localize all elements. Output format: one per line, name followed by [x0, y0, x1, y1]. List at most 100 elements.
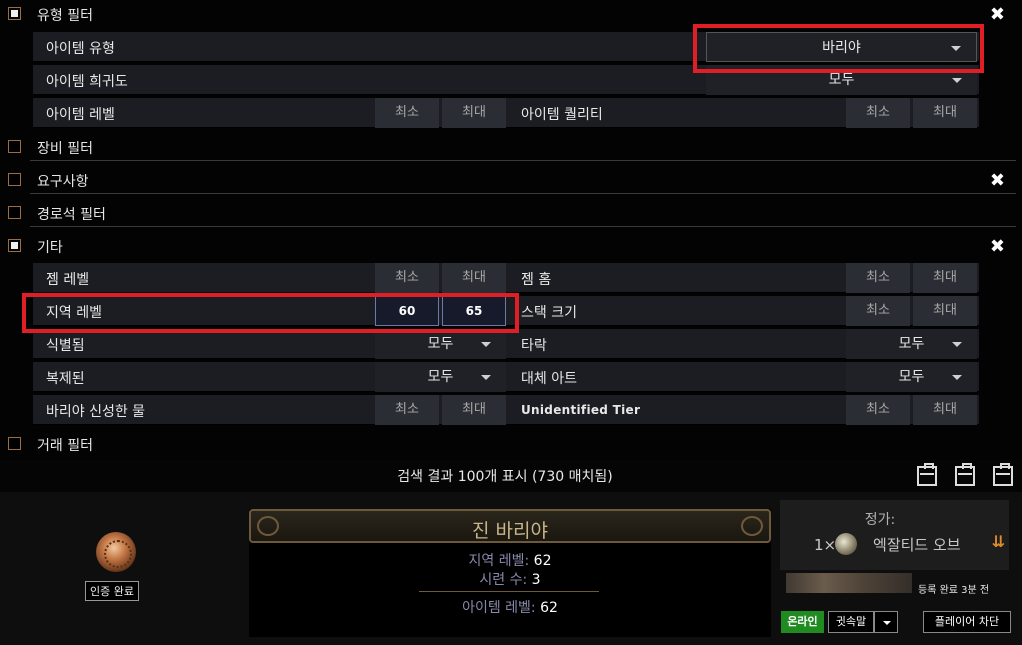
unidentified-tier-label: Unidentified Tier	[521, 403, 641, 417]
equipment-filters-checkbox[interactable]	[8, 140, 21, 153]
chevron-down-icon	[481, 342, 491, 347]
gem-level-row: 젬 레벨 최소 최대	[33, 263, 508, 293]
misc-title: 기타	[37, 240, 63, 256]
requirements-checkbox[interactable]	[8, 173, 21, 186]
group-misc[interactable]: 기타 ✖	[0, 232, 1022, 260]
unidentified-tier-row: Unidentified Tier 최소 최대	[508, 395, 979, 425]
corrupted-label: 타락	[521, 338, 547, 354]
quality-max-input[interactable]: 최대	[913, 98, 977, 128]
rarity-label: 아이템 희귀도	[46, 74, 128, 90]
corrupted-value: 모두	[898, 336, 925, 352]
price-currency: 엑잘티드 오브	[873, 536, 961, 554]
item-card[interactable]: 진 바리야 지역 레벨: 62 시련 수: 3 아이템 레벨: 62	[249, 509, 771, 637]
item-header: 진 바리야	[249, 509, 771, 543]
whisper-dropdown-button[interactable]	[874, 611, 898, 633]
alternate-art-select[interactable]: 모두	[846, 362, 977, 392]
identified-value: 모두	[427, 336, 454, 352]
results-summary: 검색 결과 100개 표시 (730 매치됨)	[397, 469, 613, 485]
item-level-min-input[interactable]: 최소	[375, 98, 439, 128]
online-status-badge: 온라인	[781, 611, 824, 633]
item-type-label: 아이템 유형	[46, 41, 115, 57]
pin-icon[interactable]	[993, 463, 1013, 486]
listed-time: 등록 완료 3분 전	[918, 585, 990, 596]
price-qty: 1×	[814, 536, 837, 554]
item-prop-trials: 시련 수: 3	[479, 572, 541, 588]
identified-select[interactable]: 모두	[375, 329, 506, 359]
waystone-filters-title: 경로석 필터	[37, 207, 106, 223]
highlight-box	[22, 293, 519, 333]
chevron-down-icon	[481, 375, 491, 380]
price-label: 정가:	[864, 512, 896, 528]
stack-size-label: 스택 크기	[521, 305, 577, 321]
item-level-row: 아이템 레벨 최소 최대	[33, 98, 508, 128]
gem-sockets-min-input[interactable]: 최소	[846, 263, 910, 293]
unidentified-tier-min-input[interactable]: 최소	[846, 395, 910, 425]
misc-checkbox[interactable]	[8, 239, 21, 252]
corrupted-row: 타락 모두	[508, 329, 979, 359]
item-level-label: 아이템 레벨	[46, 107, 115, 123]
gem-level-label: 젬 레벨	[46, 272, 90, 288]
gem-level-min-input[interactable]: 최소	[375, 263, 439, 293]
item-prop-ilvl: 아이템 레벨: 62	[462, 600, 558, 616]
expand-all-icon[interactable]	[955, 463, 975, 486]
quality-min-input[interactable]: 최소	[846, 98, 910, 128]
group-equipment-filters[interactable]: 장비 필터	[0, 133, 1022, 161]
highlight-box	[693, 24, 984, 73]
mirrored-label: 복제된	[46, 371, 85, 387]
divider	[30, 193, 1016, 194]
waystone-filters-checkbox[interactable]	[8, 206, 21, 219]
chevron-down-icon	[952, 342, 962, 347]
identified-row: 식별됨 모두	[33, 329, 508, 359]
group-requirements[interactable]: 요구사항 ✖	[0, 166, 1022, 194]
gem-level-max-input[interactable]: 최대	[442, 263, 506, 293]
item-level-max-input[interactable]: 최대	[442, 98, 506, 128]
whisper-button[interactable]: 귓속말	[828, 611, 874, 633]
item-name: 진 바리야	[472, 520, 548, 542]
rarity-value: 모두	[828, 72, 855, 88]
gem-sockets-label: 젬 홈	[521, 272, 552, 288]
ornament-icon	[741, 516, 763, 536]
type-filters-checkbox[interactable]	[8, 7, 21, 20]
identified-label: 식별됨	[46, 338, 85, 354]
mirrored-select[interactable]: 모두	[375, 362, 506, 392]
mirrored-row: 복제된 모두	[33, 362, 508, 392]
quality-row: 아이템 퀄리티 최소 최대	[508, 98, 979, 128]
stack-size-min-input[interactable]: 최소	[846, 296, 910, 326]
barya-sacred-water-row: 바리야 신성한 물 최소 최대	[33, 395, 508, 425]
collapse-all-icon[interactable]	[917, 463, 937, 486]
close-icon[interactable]: ✖	[990, 4, 1005, 25]
stack-size-row: 스택 크기 최소 최대	[508, 296, 979, 326]
currency-orb-icon	[96, 532, 136, 572]
barya-sacred-water-label: 바리야 신성한 물	[46, 404, 146, 420]
price-panel: 정가: 1× 엑잘티드 오브 ⇊	[780, 500, 1009, 570]
sort-icon[interactable]: ⇊	[992, 532, 1005, 551]
gem-sockets-max-input[interactable]: 최대	[913, 263, 977, 293]
divider	[30, 160, 1016, 161]
group-trade-filters[interactable]: 거래 필터	[0, 430, 1022, 458]
exalted-orb-icon	[835, 533, 857, 555]
chevron-down-icon	[952, 78, 962, 83]
corrupted-select[interactable]: 모두	[846, 329, 977, 359]
block-player-button[interactable]: 플레이어 차단	[923, 611, 1011, 633]
mirrored-value: 모두	[427, 369, 454, 385]
group-waystone-filters[interactable]: 경로석 필터	[0, 199, 1022, 227]
filters-panel: 유형 필터 ✖ 아이템 유형 바리야 아이템 희귀도 모두 아이템 레벨 최소 …	[0, 0, 1022, 460]
requirements-title: 요구사항	[37, 174, 89, 190]
equipment-filters-title: 장비 필터	[37, 141, 93, 157]
results-bar: 검색 결과 100개 표시 (730 매치됨)	[0, 460, 1022, 492]
alternate-art-value: 모두	[898, 369, 925, 385]
barya-sacred-water-min-input[interactable]: 최소	[375, 395, 439, 425]
divider	[30, 226, 1016, 227]
seller-name-blurred	[786, 573, 912, 593]
barya-sacred-water-max-input[interactable]: 최대	[442, 395, 506, 425]
quality-label: 아이템 퀄리티	[521, 107, 603, 123]
trade-filters-title: 거래 필터	[37, 438, 93, 454]
chevron-down-icon	[952, 375, 962, 380]
close-icon[interactable]: ✖	[990, 236, 1005, 257]
trade-filters-checkbox[interactable]	[8, 437, 21, 450]
verified-badge: 인증 완료	[85, 581, 139, 601]
unidentified-tier-max-input[interactable]: 최대	[913, 395, 977, 425]
item-prop-area-level: 지역 레벨: 62	[468, 553, 552, 569]
stack-size-max-input[interactable]: 최대	[913, 296, 977, 326]
close-icon[interactable]: ✖	[990, 170, 1005, 191]
